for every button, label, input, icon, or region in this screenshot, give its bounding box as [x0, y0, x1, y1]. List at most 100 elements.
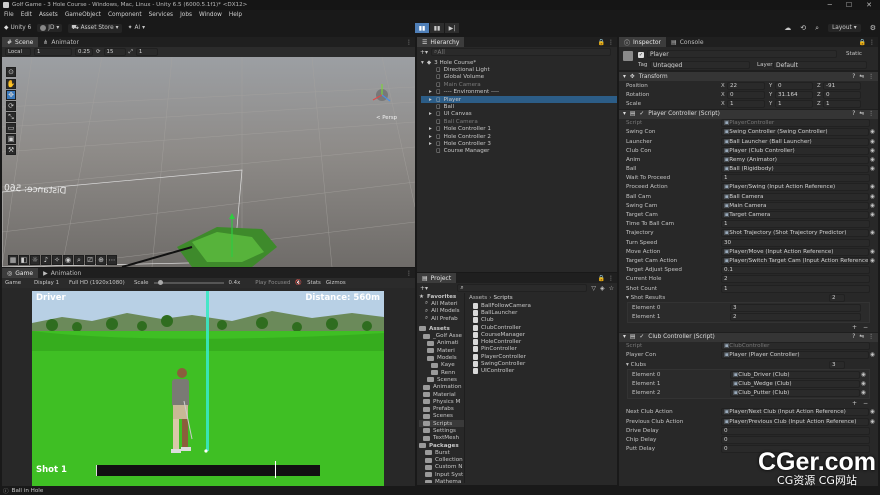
increment-snap-field[interactable]: 0.25 [75, 48, 93, 56]
scale-snap-field[interactable]: 1 [135, 48, 158, 56]
inspector-object-field[interactable]: ▣ Player/Switch Target Cam (Input Action… [721, 256, 870, 265]
history-icon[interactable]: ⟲ [800, 24, 806, 32]
inspector-value-field[interactable]: 1 [721, 174, 870, 183]
help-icon[interactable]: ? [852, 111, 855, 117]
transform-y-field[interactable]: 1 [775, 99, 813, 108]
ai-button[interactable]: ✦ AI ▾ [128, 25, 145, 31]
gizmo-persp-label[interactable]: < Persp [376, 115, 397, 121]
hierarchy-item[interactable]: ▸ ◻ ---- Environment ---- [421, 89, 617, 96]
inspector-value-field[interactable]: 3 [730, 303, 861, 312]
star-icon[interactable]: ☆ [609, 285, 617, 292]
menu-file[interactable]: File [4, 12, 14, 18]
game-viewport[interactable]: Driver Distance: 560m Shot 1 [32, 291, 384, 486]
tool-transform-icon[interactable]: ▣ [6, 134, 16, 144]
menu-services[interactable]: Services [149, 12, 173, 18]
tool-custom-icon[interactable]: ⚒ [6, 145, 16, 155]
object-picker-icon[interactable]: ◉ [861, 372, 866, 378]
object-picker-icon[interactable]: ◉ [870, 203, 875, 209]
overlay-2d-icon[interactable]: ◧ [19, 255, 29, 265]
inspector-value-field[interactable]: 0 [721, 435, 870, 444]
club-controller-header[interactable]: ▾ ▤ ✓ Club Controller (Script) ? ⇋ ⋮ [619, 331, 878, 342]
inspector-value-field[interactable]: 1 [721, 284, 870, 293]
mute-audio-icon[interactable]: 🔇 [295, 280, 302, 286]
folder-tree-item[interactable]: Animati [419, 340, 464, 347]
object-picker-icon[interactable]: ◉ [870, 249, 875, 255]
inspector-object-field[interactable]: ▣ Ball Camera [721, 192, 870, 201]
transform-z-field[interactable]: 1 [823, 99, 861, 108]
project-search-input[interactable]: ⌕ [457, 284, 588, 292]
help-icon[interactable]: ? [852, 74, 855, 80]
packages-header[interactable]: Packages [419, 442, 464, 449]
object-picker-icon[interactable]: ◉ [870, 184, 875, 190]
preset-icon[interactable]: ⇋ [859, 111, 864, 117]
tab-animator[interactable]: ⋔ Animator [38, 37, 84, 47]
enabled-checkbox[interactable]: ✓ [639, 334, 644, 340]
layout-dropdown[interactable]: Layout ▾ [828, 24, 861, 32]
search-icon[interactable]: ⌕ [815, 24, 819, 33]
script-file-item[interactable]: ClubController [473, 324, 617, 331]
settings-gear-icon[interactable]: ⚙ [870, 24, 876, 32]
hierarchy-item[interactable]: ◻ Ball [421, 103, 617, 110]
overlay-visibility-icon[interactable]: ◉ [63, 255, 73, 265]
object-picker-icon[interactable]: ◉ [870, 148, 875, 154]
tab-game[interactable]: ◎ Game [2, 268, 39, 278]
add-object-button[interactable]: +▾ [420, 49, 428, 56]
object-picker-icon[interactable]: ◉ [870, 230, 875, 236]
object-picker-icon[interactable]: ◉ [870, 139, 875, 145]
overlay-gizmos-icon[interactable]: ⊕ [96, 255, 106, 265]
hierarchy-item[interactable]: ▸ ◻ Hole Controller 2 [421, 133, 617, 140]
object-name-input[interactable]: Player [647, 50, 837, 58]
inspector-object-field[interactable]: ▣ Ball (Rigidbody) [721, 165, 870, 174]
folder-tree-item[interactable]: TextMesh [419, 435, 464, 442]
hierarchy-item[interactable]: ◻ Directional Light [421, 66, 617, 73]
folder-tree-item[interactable]: Settings [419, 427, 464, 434]
menu-assets[interactable]: Assets [39, 12, 58, 18]
hierarchy-item[interactable]: ▸ ◻ Hole Controller 1 [421, 126, 617, 133]
transform-x-field[interactable]: 1 [727, 99, 765, 108]
tool-rect-icon[interactable]: ▭ [6, 123, 16, 133]
overlay-light-icon[interactable]: ☼ [30, 255, 40, 265]
object-picker-icon[interactable]: ◉ [870, 352, 875, 358]
object-picker-icon[interactable]: ◉ [870, 419, 875, 425]
menu-window[interactable]: Window [199, 12, 222, 18]
more-options-icon[interactable]: ⋮ [605, 275, 617, 282]
menu-help[interactable]: Help [229, 12, 242, 18]
label-icon[interactable]: ◈ [600, 285, 605, 292]
menu-jobs[interactable]: Jobs [180, 12, 192, 18]
overlay-search-icon[interactable]: ⌕ [74, 255, 84, 265]
folder-tree-item[interactable]: Material [419, 391, 464, 398]
overlay-audio-icon[interactable]: ♪ [41, 255, 51, 265]
hierarchy-item[interactable]: ▸ ◻ UI Canvas [421, 111, 617, 118]
object-picker-icon[interactable]: ◉ [870, 258, 875, 264]
inspector-object-field[interactable]: ▣ Club_Driver (Club) [730, 370, 861, 379]
script-file-item[interactable]: UIController [473, 368, 617, 375]
create-asset-button[interactable]: +▾ [420, 285, 428, 292]
script-file-item[interactable]: Club [473, 317, 617, 324]
inspector-object-field[interactable]: ▣ Player/Swing (Input Action Reference) [721, 183, 870, 192]
preset-icon[interactable]: ⇋ [859, 334, 864, 340]
folder-tree-item[interactable]: Scenes [419, 376, 464, 383]
menu-gameobject[interactable]: GameObject [65, 12, 101, 18]
folder-tree-item[interactable]: Animation [419, 384, 464, 391]
inspector-object-field[interactable]: ▣ ClubController [721, 342, 870, 351]
maximize-button[interactable]: ☐ [846, 1, 852, 9]
folder-tree-item[interactable]: _Golf Asse [419, 332, 464, 339]
hierarchy-item[interactable]: ◻ Ball Camera [421, 118, 617, 125]
inspector-object-field[interactable]: ▣ Main Camera [721, 201, 870, 210]
asset-store-button[interactable]: ⛟ Asset Store ▾ [68, 23, 122, 33]
inspector-object-field[interactable]: ▣ Target Camera [721, 211, 870, 220]
script-file-item[interactable]: SwingController [473, 360, 617, 368]
step-button[interactable]: ▶| [445, 23, 459, 33]
play-button[interactable]: ▮▮ [415, 23, 429, 33]
tool-rotate-icon[interactable]: ⟳ [6, 101, 16, 111]
account-dropdown[interactable]: ◆ Unity 6 [4, 25, 31, 31]
inspector-object-field[interactable]: ▣ Player (Player Controller) [721, 351, 870, 360]
pivot-space-dropdown[interactable]: Local [5, 48, 31, 56]
more-options-icon[interactable]: ⋮ [406, 39, 415, 46]
inspector-object-field[interactable]: ▣ Club_Wedge (Club) [730, 380, 861, 389]
favorites-header[interactable]: ★ Favorites [419, 293, 464, 300]
close-button[interactable]: ✕ [866, 1, 872, 9]
inspector-object-field[interactable]: ▣ PlayerController [721, 119, 870, 128]
play-focused-dropdown[interactable]: Play Focused [255, 280, 290, 286]
object-picker-icon[interactable]: ◉ [870, 129, 875, 135]
